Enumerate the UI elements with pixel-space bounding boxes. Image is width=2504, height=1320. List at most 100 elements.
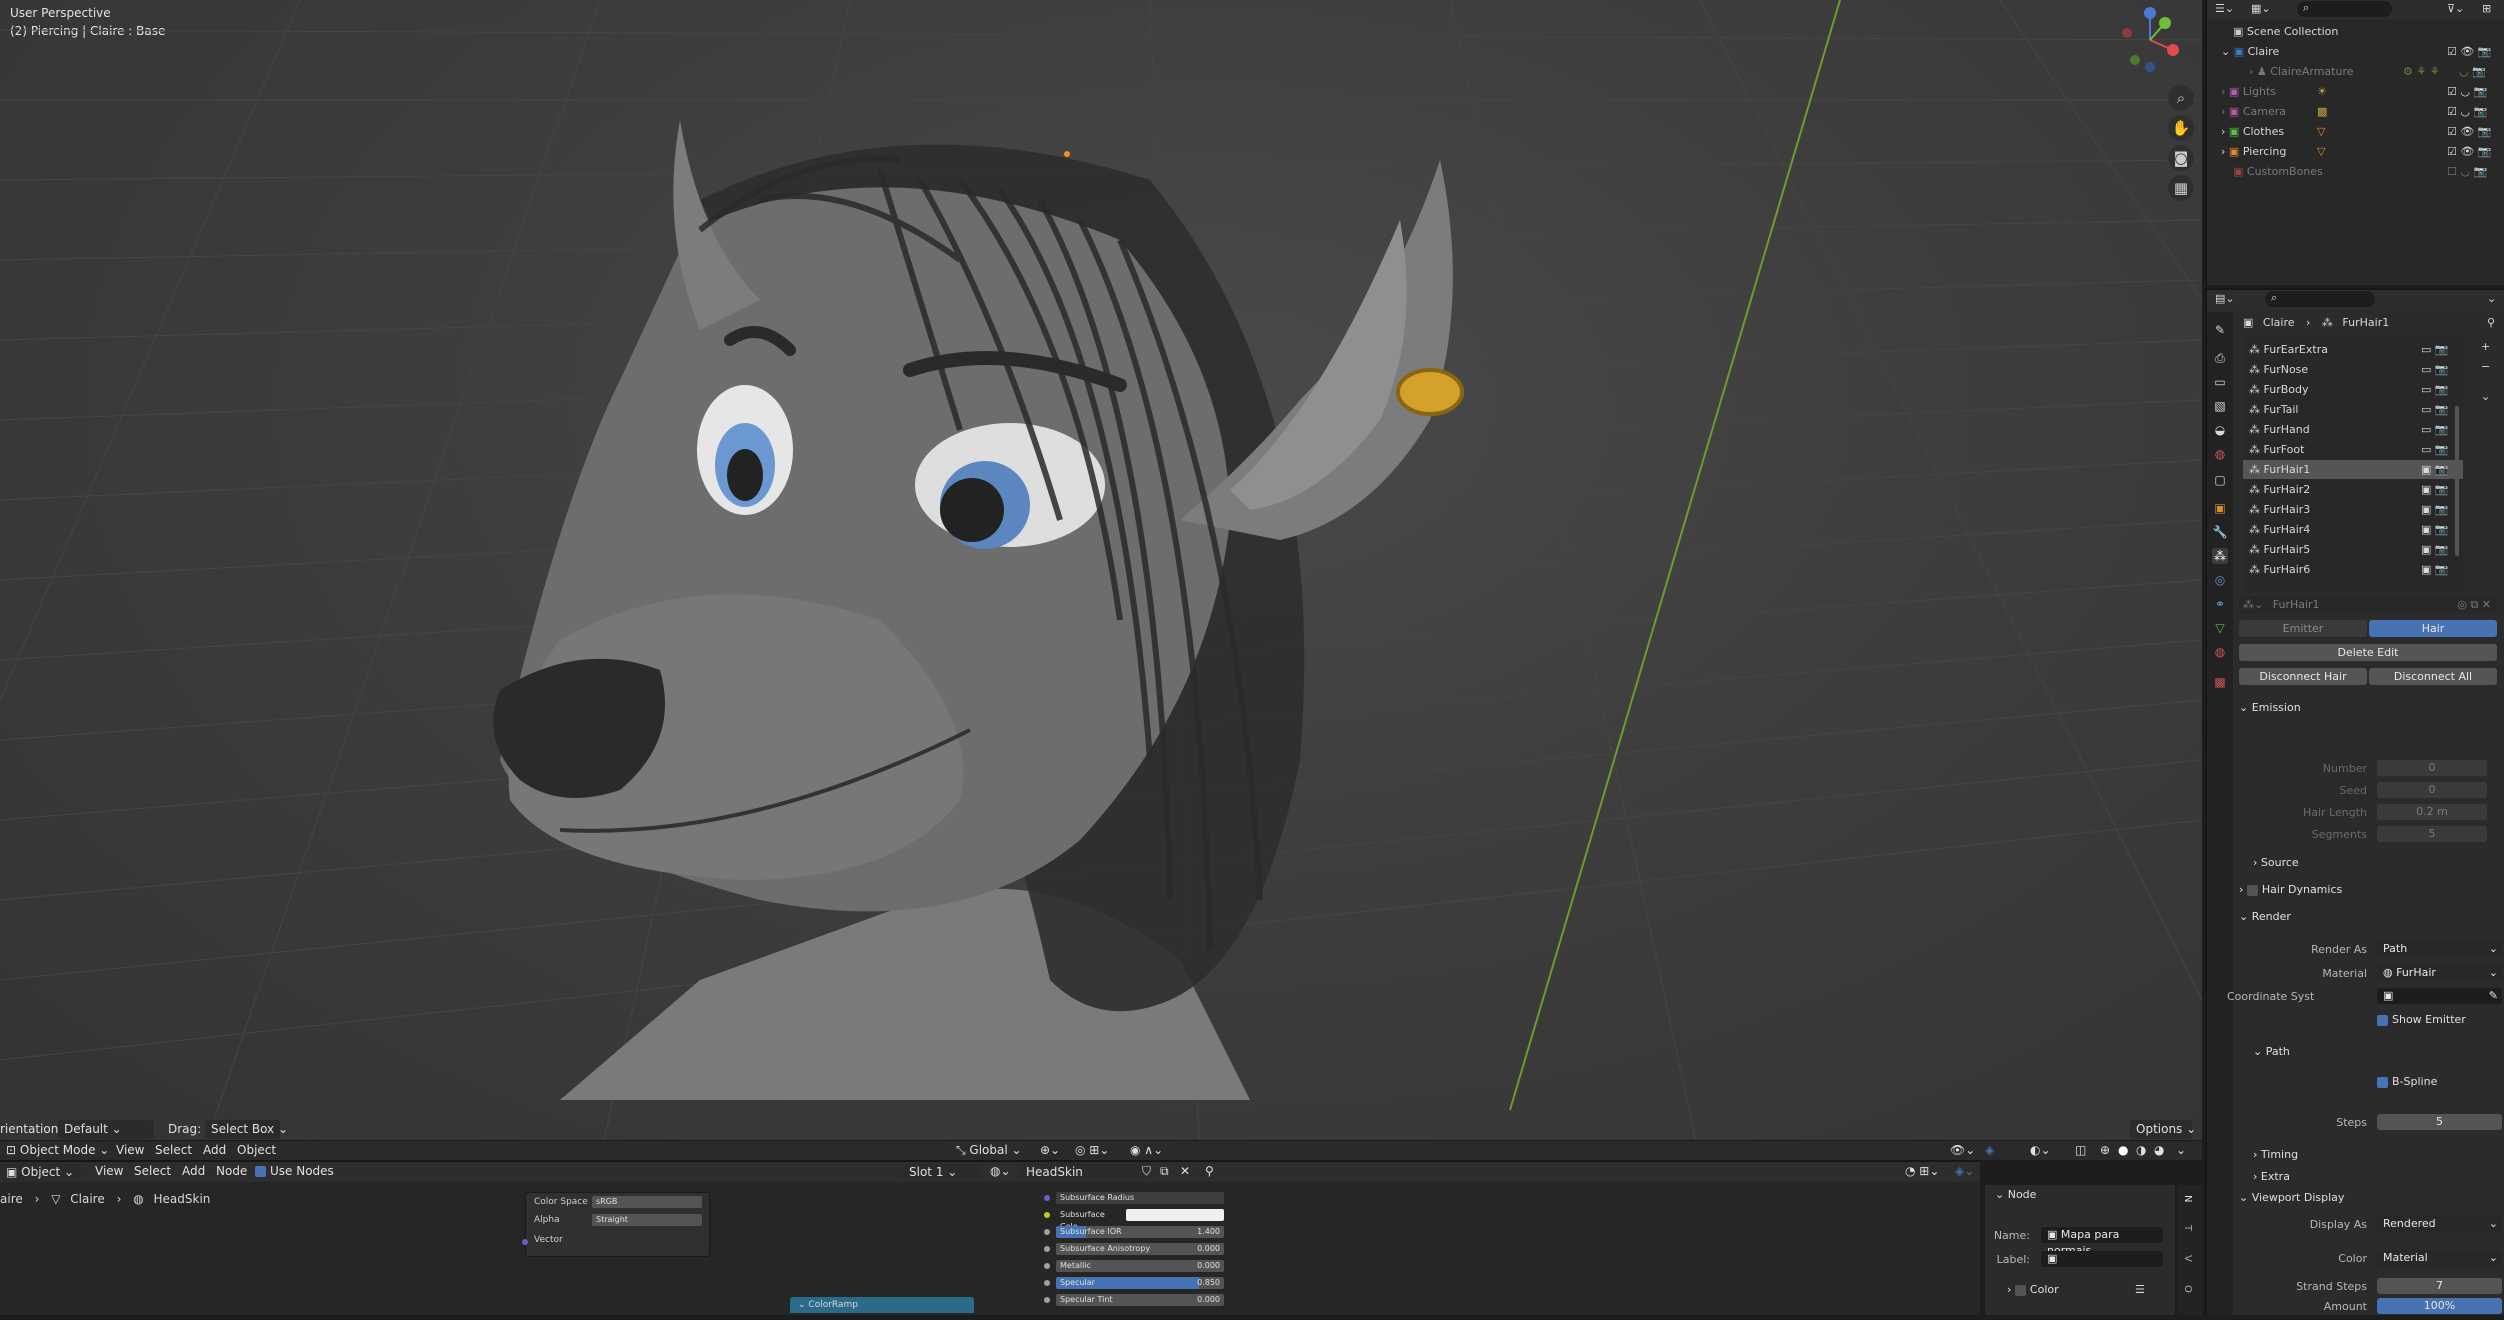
particle-system-list[interactable]: ⁂ FurEarExtra ▭ 📷 ⁂ FurNose ▭ 📷 ⁂ FurBody ▭… [2243,336,2463,591]
tab-tool[interactable]: T [2182,1225,2193,1231]
list-icon[interactable]: ☰ [2135,1283,2145,1296]
bsdf-row[interactable]: Specular 0.850 [1044,1275,1228,1291]
transform-orientation-dropdown[interactable]: ⤡ Global ⌄ [950,1141,1030,1160]
tool-tab-icon[interactable]: ✎ [2212,322,2228,338]
bsdf-row[interactable]: Subsurface Anisotropy 0.000 [1044,1241,1228,1257]
snap-icon[interactable]: ◎ ⊞⌄ [1075,1143,1109,1157]
shading-rendered-icon[interactable]: ◕ [2154,1143,2164,1157]
colorramp-node-header[interactable]: ⌄ ColorRamp [790,1297,974,1313]
editor-type-icon[interactable]: ☰⌄ [2215,2,2234,15]
render-as-dropdown[interactable]: Path ⌄ [2377,941,2502,957]
shading-options-icon[interactable]: ⌄ [2176,1143,2186,1157]
extra-panel-header[interactable]: › Extra [2253,1167,2290,1187]
particle-system-item[interactable]: ⁂ FurHair3 ▣ 📷 [2249,500,2469,519]
image-texture-node[interactable]: Color Space sRGB Alpha Straight Vector [522,1192,710,1257]
outliner-scene-collection[interactable]: ▣ Scene Collection [2207,22,2504,42]
emission-panel-header[interactable]: ⌄ Emission [2239,698,2301,718]
filter-icon[interactable]: ⊽⌄ [2447,2,2464,15]
pin-icon[interactable]: ⚲ [2487,316,2495,329]
outliner-item[interactable]: › ▣ Clothes ▽ ☑ 👁 📷 [2207,122,2504,142]
outliner-item[interactable]: › ▣ Piercing ▽ ☑ 👁 📷 [2207,142,2504,162]
use-nodes-checkbox[interactable]: Use Nodes [255,1164,334,1178]
node-color-section[interactable]: › Color [2007,1280,2059,1300]
remove-system-icon[interactable]: − [2481,360,2490,373]
xray-icon[interactable]: ◫ [2075,1143,2086,1157]
particle-system-item[interactable]: ⁂ FurTail ▭ 📷 [2249,400,2469,419]
properties-editor[interactable]: ▤⌄ ⌕ ⌄ ✎ ⎙ ▭ ▧ ◒ ◍ ▢ ▣ 🔧 ⁂ ◎ ⚭ ▽ ◍ ▩ ▣ C… [2205,288,2504,1317]
proportional-edit-icon[interactable]: ◉ ∧⌄ [1130,1143,1163,1157]
segments-field[interactable]: 5 [2377,826,2487,842]
tab-options[interactable]: O [2182,1285,2193,1293]
options-dropdown[interactable]: Options ⌄ [2130,1120,2196,1139]
vector-socket[interactable] [522,1239,528,1245]
shading-solid-icon[interactable]: ● [2118,1143,2128,1157]
gizmo-toggle-icon[interactable]: ◈ [1985,1143,1994,1157]
menu-select[interactable]: Select [155,1143,192,1157]
material-browse-icon[interactable]: ◍⌄ [990,1164,1011,1178]
options-chevron-icon[interactable]: ⌄ [2487,292,2496,305]
particle-system-item-selected[interactable]: ⁂ FurHair1 ▣ 📷 [2243,460,2463,479]
pan-hand-icon[interactable]: ✋ [2168,115,2194,141]
duplicate-material-icon[interactable]: ⧉ [1160,1164,1169,1179]
unlink-material-icon[interactable]: ✕ [1180,1164,1190,1178]
ne-menu-view[interactable]: View [95,1164,123,1178]
outliner-item[interactable]: › ▣ Lights ☀ ☑ ◡ 📷 [2207,82,2504,102]
particle-system-item[interactable]: ⁂ FurHand ▭ 📷 [2249,420,2469,439]
physics-tab-icon[interactable]: ◎ [2212,572,2228,588]
timing-panel-header[interactable]: › Timing [2253,1145,2298,1165]
particle-system-item[interactable]: ⁂ FurHair2 ▣ 📷 [2249,480,2469,499]
ortho-grid-icon[interactable]: ▦ [2168,175,2194,201]
hair-length-field[interactable]: 0.2 m [2377,804,2487,820]
output-tab-icon[interactable]: ▭ [2212,374,2228,390]
material-dropdown[interactable]: ◍ FurHair ⌄ [2377,965,2502,981]
strand-steps-field[interactable]: 7 [2377,1278,2502,1294]
node-editor[interactable]: ▣ Object ⌄ View Select Add Node Use Node… [0,1160,1980,1315]
number-field[interactable]: 0 [2377,760,2487,776]
properties-search-field[interactable]: ⌕ [2265,291,2375,307]
pivot-icon[interactable]: ⊕⌄ [1040,1143,1060,1157]
viewport-display-panel-header[interactable]: ⌄ Viewport Display [2239,1188,2344,1208]
node-name-field[interactable]: ▣ Mapa para normais [2041,1227,2163,1257]
node-section-header[interactable]: ⌄ Node [1995,1185,2036,1205]
show-emitter-checkbox[interactable]: Show Emitter [2377,1010,2466,1030]
disconnect-all-button[interactable]: Disconnect All [2369,668,2497,685]
editor-type-icon[interactable]: ▤⌄ [2215,292,2235,305]
particle-system-item[interactable]: ⁂ FurHair5 ▣ 📷 [2249,540,2469,559]
amount-slider[interactable]: 100% [2377,1298,2502,1314]
ne-menu-add[interactable]: Add [182,1164,205,1178]
alpha-dropdown[interactable]: Straight [592,1214,702,1226]
source-panel-header[interactable]: › Source [2253,853,2299,873]
shading-material-icon[interactable]: ◑ [2136,1143,2146,1157]
path-panel-header[interactable]: ⌄ Path [2253,1042,2290,1062]
zoom-icon[interactable]: ⌕ [2168,85,2194,111]
outliner-search-field[interactable]: ⌕ [2297,1,2392,17]
display-as-dropdown[interactable]: Rendered ⌄ [2377,1216,2502,1232]
object-tab-icon[interactable]: ▣ [2212,500,2228,516]
ne-overlay-icon[interactable]: ◔ ⊞⌄ [1905,1164,1939,1178]
steps-field[interactable]: 5 [2377,1114,2502,1130]
hair-tab[interactable]: Hair [2369,620,2497,637]
color-dropdown[interactable]: Material ⌄ [2377,1250,2502,1266]
outliner-item[interactable]: › ▣ Camera ▩ ☑ ◡ 📷 [2207,102,2504,122]
bsdf-row[interactable]: Subsurface IOR 1.400 [1044,1224,1228,1240]
list-menu-icon[interactable]: ⌄ [2481,390,2490,403]
overlay-toggle-icon[interactable]: ◐⌄ [2030,1143,2051,1157]
outliner-item[interactable]: › ♟ ClaireArmature ⚙ ⚘ ⚘ ◡ 📷 [2207,62,2504,82]
node-label-field[interactable]: ▣ [2041,1251,2163,1267]
particle-system-item[interactable]: ⁂ FurEarExtra ▭ 📷 [2249,340,2469,359]
collection-tab-icon[interactable]: ▢ [2212,472,2228,488]
particles-tab-icon[interactable]: ⁂ [2212,548,2228,564]
display-mode-icon[interactable]: ▦⌄ [2251,2,2271,15]
coordinate-system-field[interactable]: ▣ ✎ [2377,988,2502,1004]
scene-tab-icon[interactable]: ◒ [2212,422,2228,438]
camera-view-icon[interactable]: ◙ [2168,145,2194,171]
view-layer-tab-icon[interactable]: ▧ [2212,398,2228,414]
new-collection-icon[interactable]: ⊞ [2482,2,2491,15]
pin-icon[interactable]: ⚲ [1205,1164,1214,1178]
outliner-item[interactable]: ⌄ ▣ Claire ☑ 👁 📷 [2207,42,2504,62]
shading-wireframe-icon[interactable]: ⊕ [2100,1143,2110,1157]
add-system-icon[interactable]: + [2481,340,2490,353]
orientation-dropdown[interactable]: Default ⌄ [58,1120,154,1139]
particle-system-item[interactable]: ⁂ FurBody ▭ 📷 [2249,380,2469,399]
tab-view[interactable]: V [2182,1255,2193,1262]
